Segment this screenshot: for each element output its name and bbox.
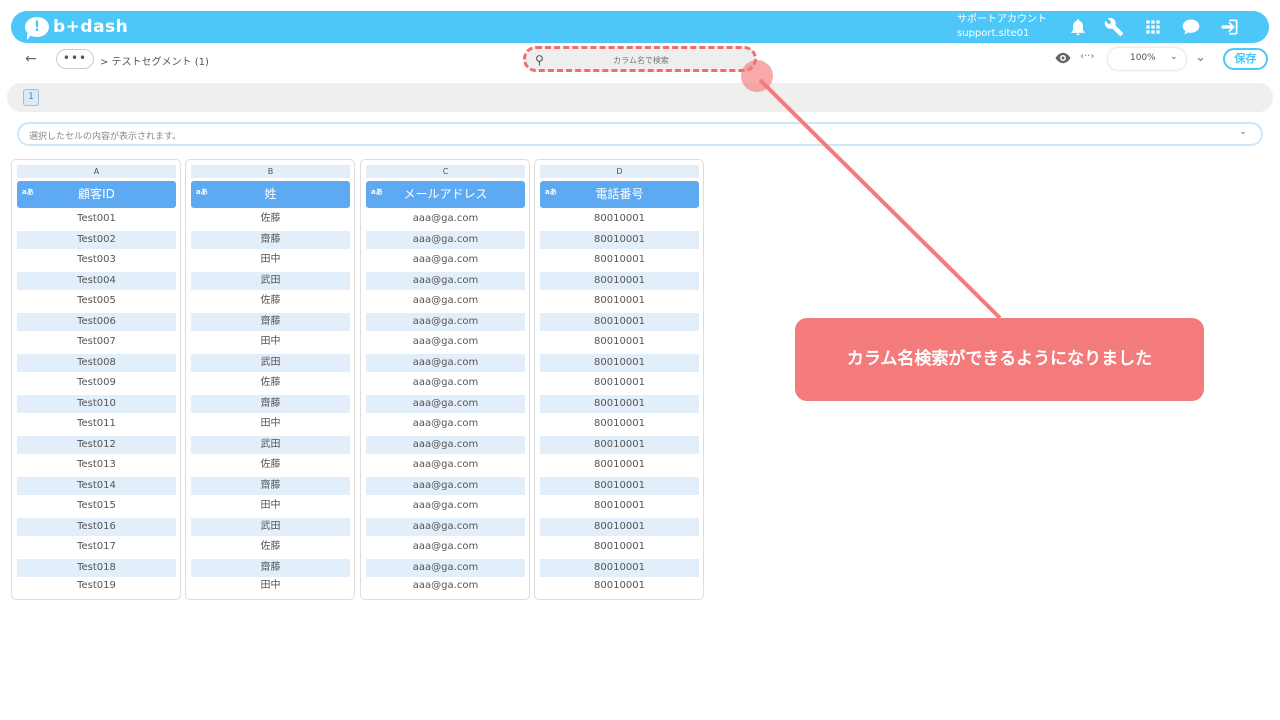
callout-dot (741, 60, 773, 92)
feature-callout: カラム名検索ができるようになりました (795, 318, 1204, 401)
callout-line (758, 78, 1002, 320)
